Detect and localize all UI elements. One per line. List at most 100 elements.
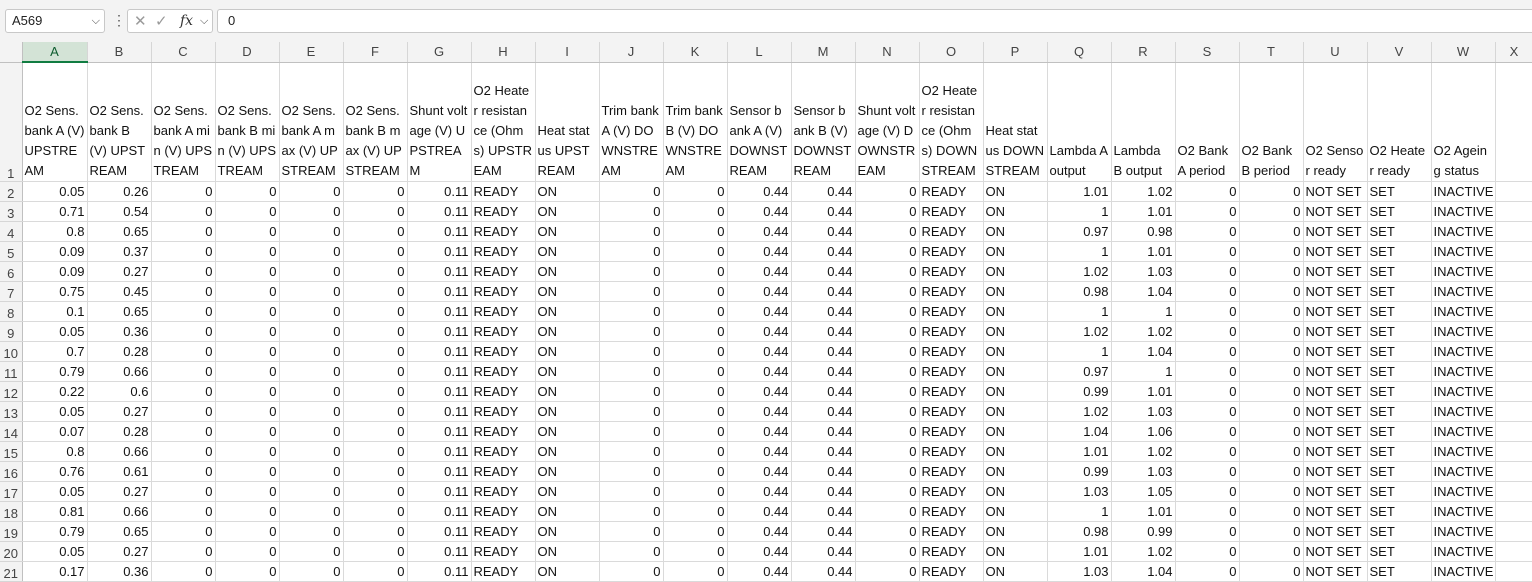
table-cell[interactable]: 0: [599, 541, 664, 562]
table-cell[interactable]: 0.44: [727, 441, 792, 462]
row-header[interactable]: 8: [0, 301, 23, 322]
table-cell[interactable]: 0.44: [727, 381, 792, 402]
table-cell[interactable]: ON: [983, 541, 1048, 562]
header-cell[interactable]: Trim bank B (V) DOWNSTREAM: [663, 62, 728, 182]
table-cell[interactable]: READY: [471, 421, 536, 442]
table-cell[interactable]: READY: [919, 541, 984, 562]
table-cell[interactable]: 0: [1175, 281, 1240, 302]
table-cell[interactable]: 0.98: [1047, 281, 1112, 302]
cancel-icon[interactable]: ✕: [134, 12, 147, 30]
table-cell[interactable]: 1.02: [1111, 541, 1176, 562]
table-cell[interactable]: 0: [663, 281, 728, 302]
table-cell[interactable]: 1.04: [1111, 561, 1176, 582]
table-cell[interactable]: 0.44: [727, 421, 792, 442]
table-cell[interactable]: 0.28: [87, 341, 152, 362]
table-cell[interactable]: INACTIVE: [1431, 361, 1496, 382]
table-cell[interactable]: ON: [535, 181, 600, 202]
table-cell[interactable]: 0.99: [1047, 461, 1112, 482]
table-cell[interactable]: 0: [151, 521, 216, 542]
table-cell[interactable]: ON: [535, 261, 600, 282]
table-cell[interactable]: 0: [1175, 421, 1240, 442]
table-cell[interactable]: 0: [215, 381, 280, 402]
table-cell[interactable]: 0.75: [22, 281, 88, 302]
table-cell[interactable]: 0.44: [791, 421, 856, 442]
table-cell[interactable]: 0.44: [791, 301, 856, 322]
table-cell[interactable]: ON: [535, 321, 600, 342]
table-cell[interactable]: 0: [855, 481, 920, 502]
table-cell[interactable]: NOT SET: [1303, 381, 1368, 402]
table-cell[interactable]: 1.03: [1047, 481, 1112, 502]
table-cell[interactable]: 0: [1175, 241, 1240, 262]
row-header[interactable]: 11: [0, 361, 23, 382]
table-cell[interactable]: 0: [151, 541, 216, 562]
table-cell[interactable]: 0: [663, 461, 728, 482]
table-cell[interactable]: 0.44: [727, 221, 792, 242]
table-cell[interactable]: SET: [1367, 341, 1432, 362]
table-cell[interactable]: NOT SET: [1303, 341, 1368, 362]
header-cell[interactable]: O2 Heater resistance (Ohms) UPSTREAM: [471, 62, 536, 182]
header-cell[interactable]: [1495, 62, 1532, 182]
table-cell[interactable]: 0.6: [87, 381, 152, 402]
table-cell[interactable]: 0.11: [407, 281, 472, 302]
table-cell[interactable]: 0: [855, 241, 920, 262]
header-cell[interactable]: O2 Sens.bank A max (V) UPSTREAM: [279, 62, 344, 182]
table-cell[interactable]: 0: [1239, 361, 1304, 382]
table-cell[interactable]: 0: [855, 181, 920, 202]
header-cell[interactable]: Shunt voltage (V) DOWNSTREAM: [855, 62, 920, 182]
table-cell[interactable]: 0: [343, 181, 408, 202]
table-cell[interactable]: SET: [1367, 521, 1432, 542]
table-cell[interactable]: 0: [1175, 181, 1240, 202]
table-cell[interactable]: ON: [535, 241, 600, 262]
table-cell[interactable]: SET: [1367, 441, 1432, 462]
table-cell[interactable]: SET: [1367, 321, 1432, 342]
table-cell[interactable]: 0.76: [22, 461, 88, 482]
table-cell[interactable]: 1.04: [1111, 281, 1176, 302]
table-cell[interactable]: 0: [1239, 241, 1304, 262]
table-cell[interactable]: 0: [151, 201, 216, 222]
table-cell[interactable]: SET: [1367, 241, 1432, 262]
table-cell[interactable]: 1.02: [1047, 321, 1112, 342]
table-cell[interactable]: INACTIVE: [1431, 401, 1496, 422]
table-cell[interactable]: 0: [855, 201, 920, 222]
table-cell[interactable]: [1495, 481, 1532, 502]
table-cell[interactable]: READY: [471, 521, 536, 542]
header-cell[interactable]: Heat status DOWNSTREAM: [983, 62, 1048, 182]
header-cell[interactable]: Sensor bank B (V) DOWNSTREAM: [791, 62, 856, 182]
table-cell[interactable]: [1495, 441, 1532, 462]
column-header-m[interactable]: M: [791, 42, 856, 63]
table-cell[interactable]: [1495, 201, 1532, 222]
table-cell[interactable]: NOT SET: [1303, 501, 1368, 522]
more-options-icon[interactable]: ⋮: [112, 12, 126, 29]
table-cell[interactable]: NOT SET: [1303, 421, 1368, 442]
table-cell[interactable]: READY: [471, 361, 536, 382]
table-cell[interactable]: 0: [599, 261, 664, 282]
table-cell[interactable]: 0: [663, 561, 728, 582]
column-header-k[interactable]: K: [663, 42, 728, 63]
table-cell[interactable]: 0: [1175, 541, 1240, 562]
table-cell[interactable]: 0: [279, 481, 344, 502]
table-cell[interactable]: 0: [599, 341, 664, 362]
table-cell[interactable]: INACTIVE: [1431, 461, 1496, 482]
table-cell[interactable]: 0.11: [407, 221, 472, 242]
table-cell[interactable]: READY: [919, 221, 984, 242]
table-cell[interactable]: ON: [535, 461, 600, 482]
table-cell[interactable]: 1: [1111, 361, 1176, 382]
table-cell[interactable]: 0.44: [791, 281, 856, 302]
table-cell[interactable]: 0: [215, 341, 280, 362]
table-cell[interactable]: 0.44: [727, 361, 792, 382]
table-cell[interactable]: INACTIVE: [1431, 201, 1496, 222]
table-cell[interactable]: 0: [855, 361, 920, 382]
table-cell[interactable]: READY: [471, 301, 536, 322]
table-cell[interactable]: READY: [919, 261, 984, 282]
header-cell[interactable]: Sensor bank A (V) DOWNSTREAM: [727, 62, 792, 182]
table-cell[interactable]: 0: [343, 521, 408, 542]
table-cell[interactable]: 0.97: [1047, 221, 1112, 242]
table-cell[interactable]: 0: [343, 241, 408, 262]
table-cell[interactable]: 0.11: [407, 241, 472, 262]
table-cell[interactable]: 0: [343, 201, 408, 222]
table-cell[interactable]: 0: [215, 541, 280, 562]
table-cell[interactable]: INACTIVE: [1431, 521, 1496, 542]
table-cell[interactable]: [1495, 401, 1532, 422]
table-cell[interactable]: 0.05: [22, 401, 88, 422]
table-cell[interactable]: [1495, 341, 1532, 362]
